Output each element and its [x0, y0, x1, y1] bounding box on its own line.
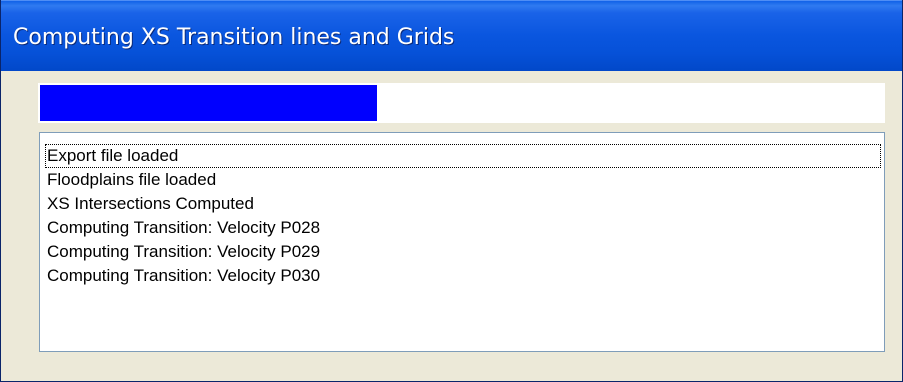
dialog-content: Export file loaded Floodplains file loade… — [1, 71, 902, 381]
status-log-list: Export file loaded Floodplains file loade… — [45, 144, 881, 288]
progress-bar — [38, 83, 885, 123]
list-item[interactable]: Export file loaded — [45, 144, 881, 168]
list-item[interactable]: Computing Transition: Velocity P030 — [45, 264, 881, 288]
title-bar[interactable]: Computing XS Transition lines and Grids — [1, 0, 902, 71]
list-item[interactable]: Floodplains file loaded — [45, 168, 881, 192]
dialog-window: Computing XS Transition lines and Grids … — [0, 0, 903, 382]
list-item[interactable]: Computing Transition: Velocity P029 — [45, 240, 881, 264]
progress-bar-fill — [40, 85, 377, 121]
list-item[interactable]: XS Intersections Computed — [45, 192, 881, 216]
status-log-listbox[interactable]: Export file loaded Floodplains file loade… — [39, 132, 885, 352]
list-item[interactable]: Computing Transition: Velocity P028 — [45, 216, 881, 240]
window-title: Computing XS Transition lines and Grids — [13, 25, 455, 50]
